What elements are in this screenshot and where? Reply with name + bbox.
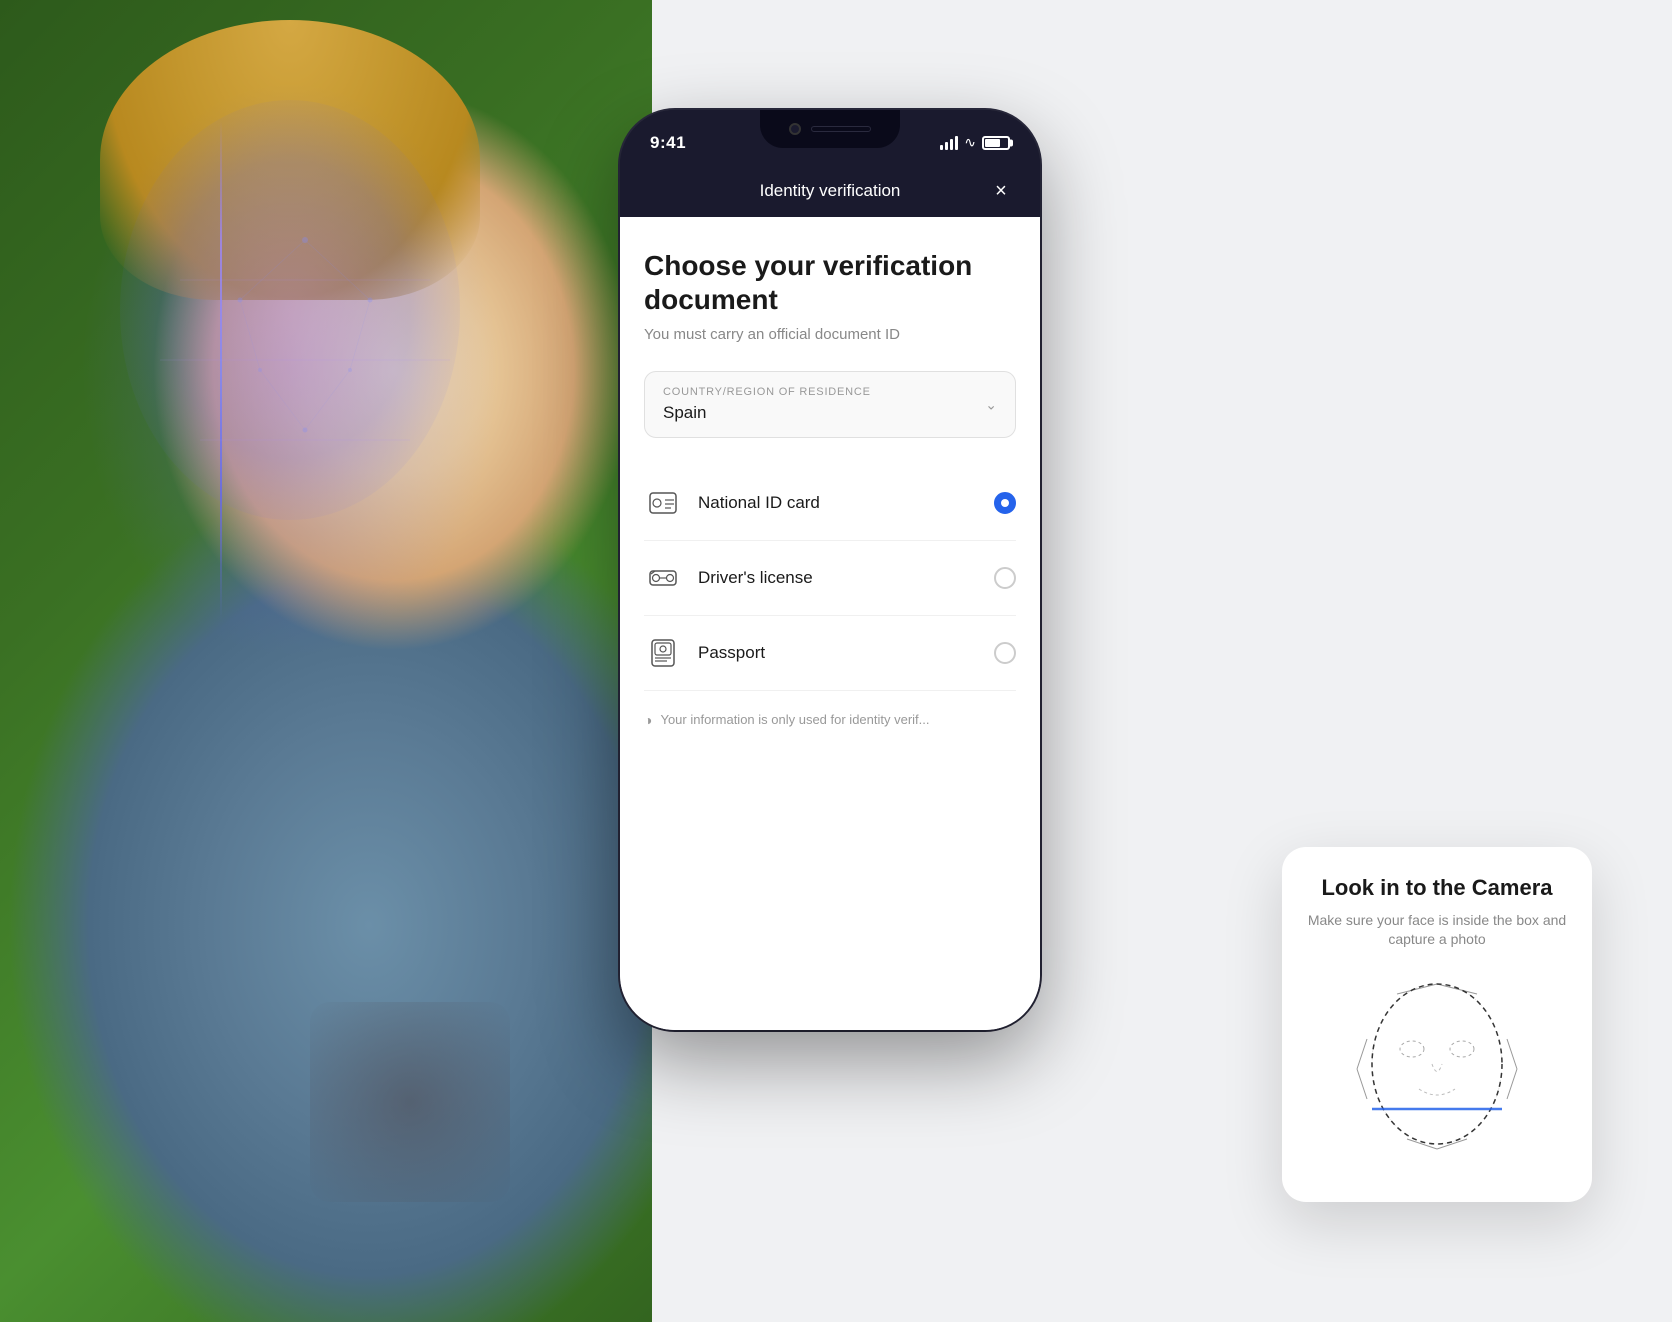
page-title: Choose your verification document [644, 249, 1016, 316]
national-id-radio[interactable] [994, 492, 1016, 514]
passport-label: Passport [698, 643, 978, 663]
document-option-drivers-license[interactable]: Driver's license [644, 541, 1016, 616]
chevron-down-icon: ⌄ [985, 396, 997, 413]
header-bar: Identity verification × [620, 165, 1040, 217]
face-scan-svg [80, 80, 530, 680]
signal-icon [940, 136, 958, 150]
header-title: Identity verification [674, 181, 986, 201]
battery-icon [982, 136, 1010, 150]
info-text: Your information is only used for identi… [660, 711, 929, 729]
status-icons: ∿ [940, 134, 1010, 151]
camera-card-subtitle: Make sure your face is inside the box an… [1306, 911, 1568, 950]
national-id-label: National ID card [698, 493, 978, 513]
national-id-icon [644, 484, 682, 522]
shield-icon: ◑ [644, 712, 652, 728]
content-area: Choose your verification document You mu… [620, 217, 1040, 1030]
drivers-license-label: Driver's license [698, 568, 978, 588]
face-outline-container [1306, 974, 1568, 1174]
face-outline-svg [1337, 979, 1537, 1169]
camera-card: Look in to the Camera Make sure your fac… [1282, 847, 1592, 1202]
wifi-icon: ∿ [964, 134, 976, 151]
speaker [811, 126, 871, 132]
drivers-license-icon [644, 559, 682, 597]
drivers-license-radio[interactable] [994, 567, 1016, 589]
country-dropdown[interactable]: COUNTRY/REGION OF RESIDENCE Spain ⌄ [644, 371, 1016, 438]
dropdown-label: COUNTRY/REGION OF RESIDENCE [663, 386, 997, 398]
phone-notch [760, 110, 900, 148]
info-footer: ◑ Your information is only used for iden… [644, 691, 1016, 739]
camera-card-title: Look in to the Camera [1306, 875, 1568, 901]
phone-mockup: 9:41 ∿ Identity verification × [620, 110, 1040, 1210]
document-option-national-id[interactable]: National ID card [644, 466, 1016, 541]
phone-frame: 9:41 ∿ Identity verification × [620, 110, 1040, 1030]
status-time: 9:41 [650, 133, 686, 153]
close-button[interactable]: × [986, 176, 1016, 206]
passport-icon [644, 634, 682, 672]
document-option-passport[interactable]: Passport [644, 616, 1016, 691]
front-camera [789, 123, 801, 135]
page-subtitle: You must carry an official document ID [644, 326, 1016, 343]
passport-radio[interactable] [994, 642, 1016, 664]
phone-content: Choose your verification document You mu… [620, 217, 1040, 1030]
dropdown-value: Spain [663, 403, 997, 423]
